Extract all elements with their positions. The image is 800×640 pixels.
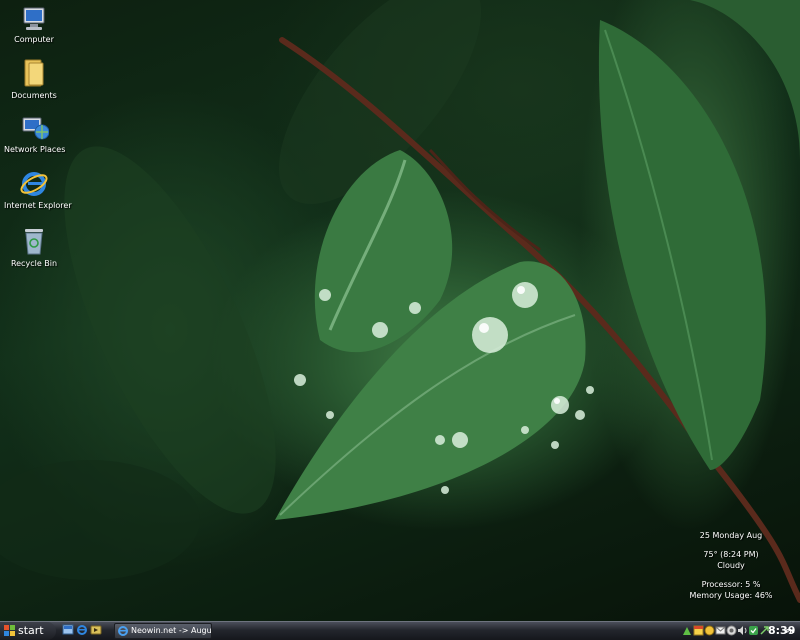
- desktop-icon-computer[interactable]: Computer: [4, 6, 64, 44]
- network-tray-icon[interactable]: [682, 625, 693, 636]
- calendar-tray-icon[interactable]: [693, 625, 704, 636]
- taskbar-button-neowin[interactable]: Neowin.net -> August ...: [114, 623, 212, 639]
- volume-tray-icon[interactable]: [737, 625, 748, 636]
- messenger-tray-icon[interactable]: [704, 625, 715, 636]
- desktop-icon-network-places[interactable]: Network Places: [4, 114, 66, 154]
- antivirus-tray-icon[interactable]: [748, 625, 759, 636]
- internet-explorer-icon: [20, 172, 48, 196]
- gadget-memory: Memory Usage: 46%: [689, 591, 773, 600]
- start-label: start: [18, 624, 44, 637]
- taskbar-clock-ampm: PM: [786, 629, 795, 635]
- desktop: Computer Documents Network Places Intern…: [0, 0, 800, 621]
- desktop-icon-documents[interactable]: Documents: [4, 58, 64, 100]
- show-desktop-icon[interactable]: [62, 624, 74, 636]
- desktop-icon-label: Computer: [14, 35, 54, 44]
- ie-window-icon: [118, 626, 128, 636]
- desktop-icon-label: Network Places: [4, 145, 66, 154]
- taskbar-button-label: Neowin.net -> August ...: [131, 626, 212, 635]
- gadget-date: 25 Monday Aug: [699, 531, 763, 540]
- gadget-processor: Processor: 5 %: [701, 580, 761, 589]
- mail-tray-icon[interactable]: [715, 625, 726, 636]
- desktop-icon-recycle-bin[interactable]: Recycle Bin: [4, 226, 64, 268]
- network-icon: [22, 117, 49, 140]
- taskbar: start Neowin.net -> August ...: [0, 621, 800, 640]
- start-button[interactable]: start: [0, 622, 56, 640]
- windows-logo-icon: [4, 625, 15, 636]
- security-tray-icon[interactable]: [726, 625, 737, 636]
- info-gadget: 25 Monday Aug 75° (8:24 PM) Cloudy Proce…: [676, 530, 786, 601]
- ie-quicklaunch-icon[interactable]: [76, 624, 88, 636]
- media-quicklaunch-icon[interactable]: [90, 624, 102, 636]
- gadget-weather: 75° (8:24 PM): [703, 550, 759, 559]
- wallpaper-leaf-image: [0, 0, 800, 603]
- desktop-icon-label: Internet Explorer: [4, 201, 72, 210]
- desktop-icon-internet-explorer[interactable]: Internet Explorer: [4, 170, 72, 210]
- gadget-condition: Cloudy: [717, 561, 745, 570]
- desktop-icon-label: Recycle Bin: [10, 259, 58, 268]
- desktop-icon-label: Documents: [11, 91, 57, 100]
- folder-icon: [24, 59, 44, 87]
- computer-icon: [23, 7, 45, 30]
- recycle-bin-icon: [25, 229, 43, 255]
